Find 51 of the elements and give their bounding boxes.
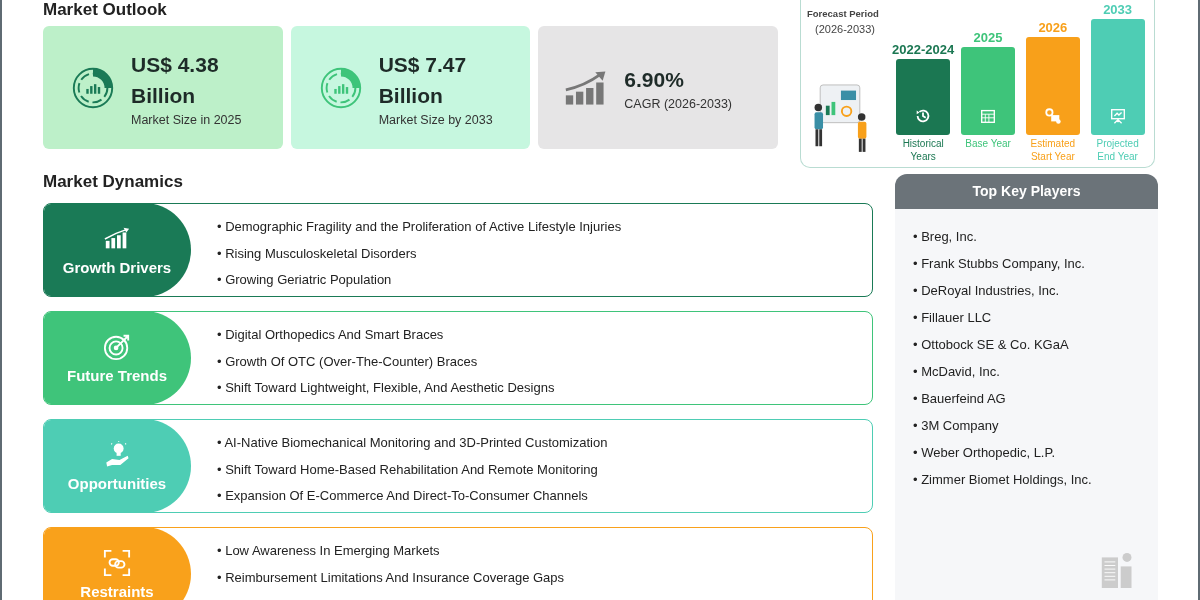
- stat-caption: CAGR (2026-2033): [624, 97, 733, 111]
- period-label: Base Year: [965, 137, 1011, 151]
- category-name: Restraints: [80, 582, 154, 600]
- stat-caption: Market Size in 2025: [131, 112, 242, 127]
- player-name: • Fillauer LLC: [913, 309, 993, 327]
- section-title: Market Outlook: [43, 0, 168, 20]
- category-name: Growth Drivers: [62, 258, 172, 276]
- lightbulb-hand-icon: [103, 440, 131, 469]
- period-label: Historical Years: [901, 137, 945, 163]
- forecast-subtitle: (2026-2033): [815, 23, 876, 35]
- player-name: • Frank Stubbs Company, Inc.: [913, 255, 1086, 273]
- period-year: 2025: [973, 30, 1003, 45]
- player-name: • 3M Company: [913, 417, 1000, 435]
- panel-header: Top Key Players: [895, 174, 1158, 209]
- period-year: 2033: [1103, 2, 1133, 17]
- stat-unit: Billion: [131, 82, 197, 109]
- category-name: Future Trends: [67, 366, 167, 384]
- bullet-text: • Low Awareness In Emerging Markets: [217, 542, 441, 560]
- presentation-icon: [1108, 107, 1127, 125]
- bullet-text: • Growth Of OTC (Over-The-Counter) Braces: [217, 352, 479, 371]
- stat-value: US$ 7.47: [378, 51, 468, 78]
- bullet-text: • Shift Toward Home-Based Rehabilitation And Remote Monitoring: [217, 460, 599, 479]
- period-year: 2026: [1038, 20, 1068, 35]
- calendar-icon: [979, 107, 998, 125]
- player-name: • DeRoyal Industries, Inc.: [913, 282, 1061, 300]
- bullet-text: • Reimbursement Limitations And Insurance Coverage Gaps: [217, 568, 565, 587]
- bullet-text: • Digital Orthopedics And Smart Braces: [217, 326, 445, 344]
- period-year: 2022-2024: [892, 42, 955, 57]
- bullet-text: • Rising Musculoskeletal Disorders: [217, 244, 418, 263]
- stat-value: 6.90%: [624, 67, 685, 93]
- stat-value: US$ 4.38: [131, 51, 220, 78]
- target-icon: [103, 332, 131, 361]
- bullet-text: • AI-Native Biomechanical Monitoring and 3D-Printed Customization: [217, 434, 608, 452]
- forecast-title: Forecast Period: [807, 8, 880, 19]
- stat-caption: Market Size by 2033: [378, 112, 493, 127]
- bullet-text: • Expansion Of E-Commerce And Direct-To-Consumer Channels: [217, 487, 589, 505]
- bullet-text: • Shift Toward Lightweight, Flexible, And Aesthetic Designs: [217, 379, 555, 397]
- player-name: • Zimmer Biomet Holdings, Inc.: [913, 471, 1093, 489]
- section-title: Market Dynamics: [43, 172, 184, 192]
- player-name: • Weber Orthopedic, L.P.: [913, 444, 1057, 462]
- bullet-text: • Growing Geriatric Population: [217, 271, 393, 289]
- stat-unit: Billion: [378, 82, 444, 109]
- player-name: • McDavid, Inc.: [913, 363, 1001, 381]
- player-name: • Ottobock SE & Co. KGaA: [913, 336, 1070, 354]
- player-name: • Bauerfeind AG: [913, 390, 1007, 408]
- period-label: Projected End Year: [1095, 137, 1140, 163]
- category-name: Opportunities: [67, 474, 167, 492]
- bullet-text: • Demographic Fragility and the Proliferation of Active Lifestyle Injuries: [217, 218, 622, 236]
- player-name: • Breg, Inc.: [913, 228, 978, 246]
- broken-link-icon: [103, 548, 131, 577]
- period-label: Estimated Start Year: [1029, 137, 1077, 163]
